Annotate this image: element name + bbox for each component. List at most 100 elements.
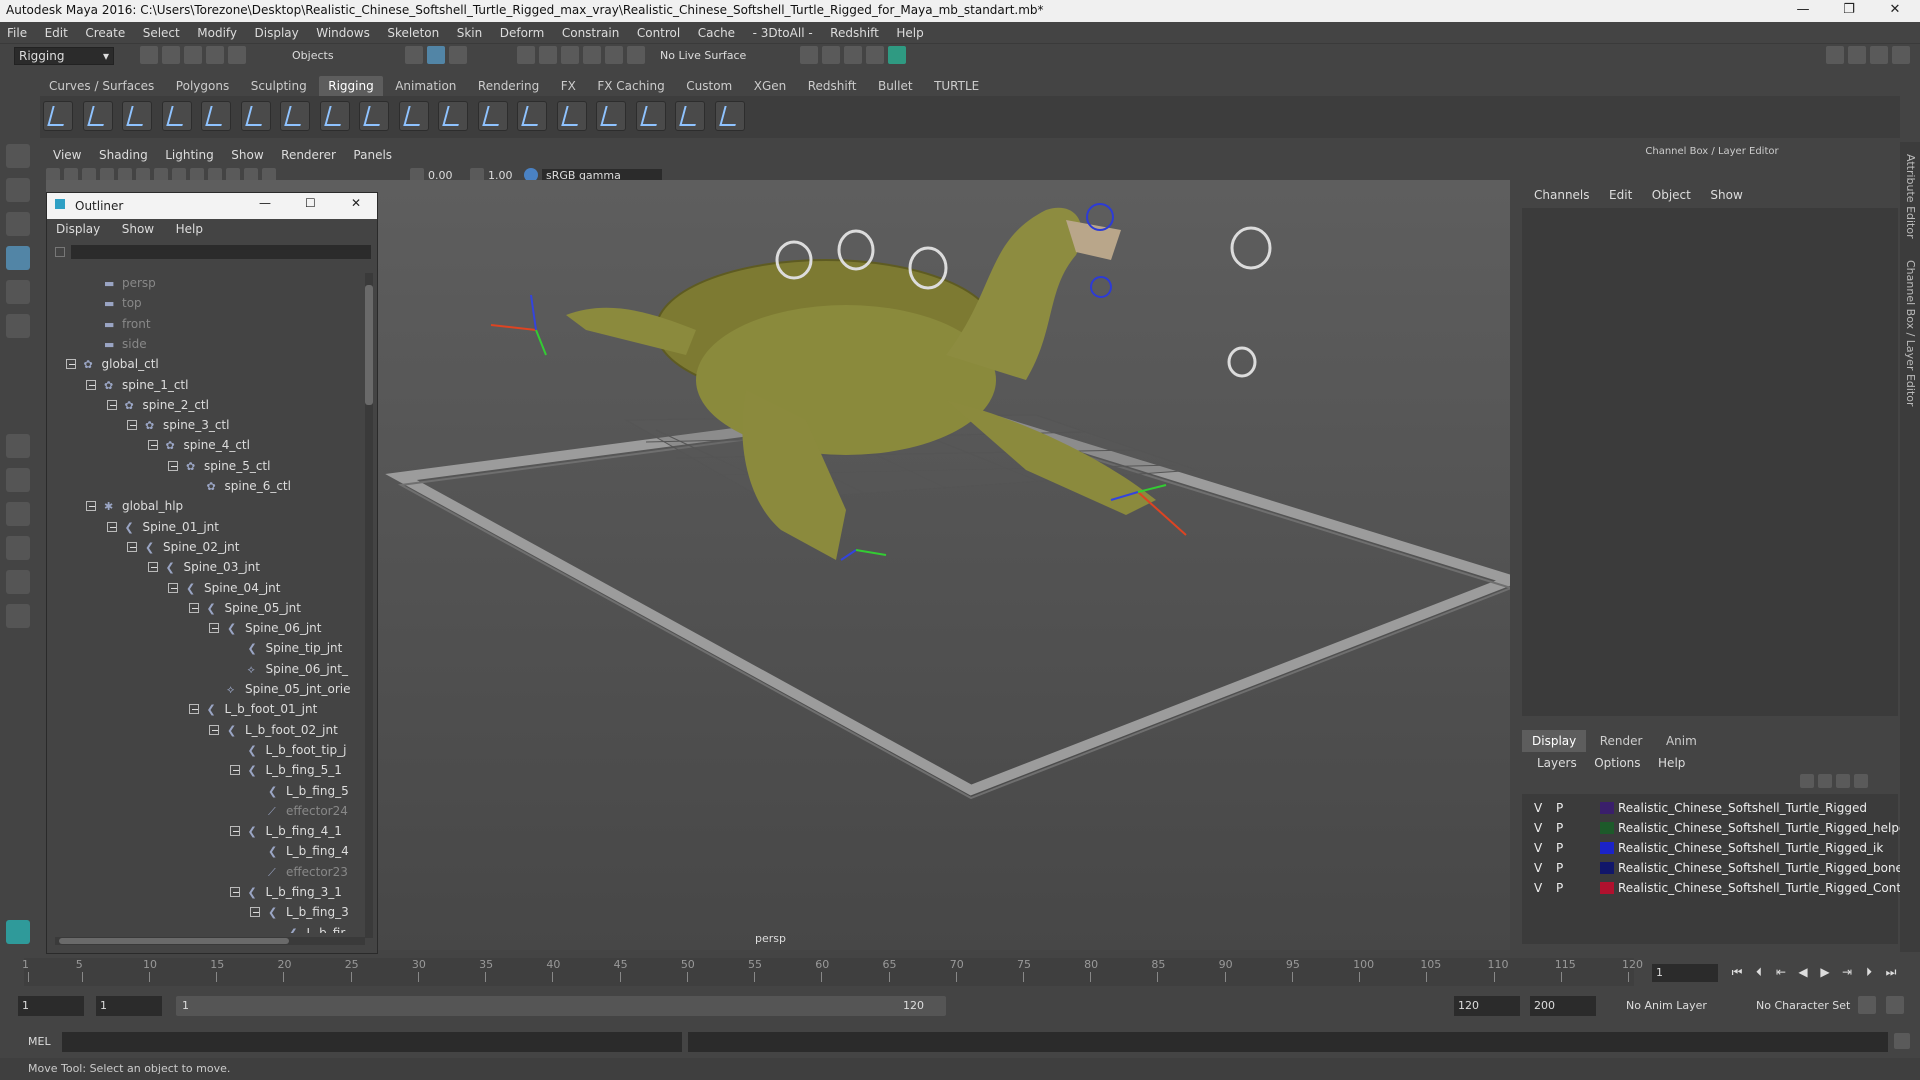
new-layer-selected-icon[interactable] <box>1854 774 1868 788</box>
paint-weights-icon[interactable] <box>359 101 389 131</box>
outliner-node[interactable]: ✿ spine_3_ctl <box>127 415 229 435</box>
collapse-toggle[interactable] <box>65 359 76 370</box>
outliner-node[interactable]: ❮ L_b_fing_3 <box>250 902 349 922</box>
outliner-maximize-button[interactable]: ☐ <box>305 196 316 210</box>
graph-layout-icon[interactable] <box>6 570 30 594</box>
render-settings-icon[interactable] <box>800 46 818 64</box>
hypershade-layout-icon[interactable] <box>6 604 30 628</box>
snap-magnet-icon[interactable] <box>627 46 645 64</box>
collapse-toggle[interactable] <box>127 420 137 431</box>
menu-file[interactable]: File <box>0 22 34 44</box>
auto-key-icon[interactable] <box>1858 996 1876 1014</box>
snap-grid-icon[interactable] <box>517 46 535 64</box>
orient-constraint-icon[interactable] <box>556 101 587 131</box>
collapse-toggle[interactable] <box>147 562 158 573</box>
layer-color-swatch[interactable] <box>1600 802 1614 814</box>
ipr-render-icon[interactable] <box>844 46 862 64</box>
play-backwards-button[interactable]: ◀ <box>1794 962 1812 982</box>
outliner-node[interactable]: ❮ Spine_02_jnt <box>127 537 239 557</box>
outliner-horizontal-scroll-thumb[interactable] <box>59 938 289 944</box>
tab-rendering[interactable]: Rendering <box>469 76 548 96</box>
outliner-node[interactable]: ✿ spine_6_ctl <box>207 476 291 496</box>
display-layer-row[interactable]: V P Realistic_Chinese_Softshell_Turtle_Rig… <box>1522 878 1916 898</box>
le-menu-help[interactable]: Help <box>1651 754 1692 772</box>
lasso-tool-icon[interactable] <box>6 178 30 202</box>
outliner-menu-help[interactable]: Help <box>167 219 212 239</box>
close-button[interactable]: ✕ <box>1872 0 1918 22</box>
outliner-vertical-scroll-thumb[interactable] <box>365 285 373 405</box>
vp-menu-view[interactable]: View <box>46 146 88 164</box>
collapse-toggle[interactable] <box>106 521 117 532</box>
menu-redshift[interactable]: Redshift <box>823 22 886 44</box>
outliner-node[interactable]: ❮ L_b_foot_tip_j <box>248 740 347 760</box>
open-scene-icon[interactable] <box>162 46 180 64</box>
collapse-toggle[interactable] <box>168 460 178 471</box>
tab-fx[interactable]: FX <box>552 76 585 96</box>
outliner-node[interactable]: ❮L_b_fir <box>289 923 346 933</box>
parent-constraint-icon[interactable] <box>596 101 626 131</box>
outliner-node[interactable]: ❮ Spine_03_jnt <box>147 557 260 577</box>
save-scene-icon[interactable] <box>184 46 202 64</box>
vp-menu-panels[interactable]: Panels <box>346 146 399 164</box>
minimize-button[interactable]: — <box>1780 0 1826 22</box>
le-menu-layers[interactable]: Layers <box>1530 754 1584 772</box>
outliner-menu-display[interactable]: Display <box>47 219 109 239</box>
outliner-node[interactable]: ✱ global_hlp <box>86 496 183 516</box>
layout-tools-icon[interactable] <box>1892 46 1910 64</box>
locator-icon[interactable] <box>714 101 745 131</box>
playback-toggle[interactable]: P <box>1556 798 1563 818</box>
visibility-toggle[interactable]: V <box>1534 858 1542 878</box>
tab-turtle[interactable]: TURTLE <box>925 76 988 96</box>
playback-start-field[interactable]: 1 <box>96 996 162 1016</box>
outliner-node[interactable]: ✿ global_ctl <box>65 354 159 374</box>
playback-toggle[interactable]: P <box>1556 838 1563 858</box>
outliner-node[interactable]: ❮ Spine_01_jnt <box>106 517 219 537</box>
four-view-icon[interactable] <box>6 468 30 492</box>
bind-skin-icon[interactable] <box>280 101 310 131</box>
visibility-toggle[interactable]: V <box>1534 838 1542 858</box>
tab-redshift[interactable]: Redshift <box>799 76 866 96</box>
collapse-toggle[interactable] <box>127 541 137 552</box>
step-back-frame-button[interactable]: ⏴ <box>1750 962 1768 982</box>
single-view-icon[interactable] <box>6 434 30 458</box>
menu-deform[interactable]: Deform <box>493 22 552 44</box>
playback-toggle[interactable]: P <box>1556 878 1563 898</box>
anim-layer-dropdown[interactable]: No Anim Layer <box>1626 999 1707 1012</box>
tab-sculpting[interactable]: Sculpting <box>242 76 316 96</box>
le-menu-options[interactable]: Options <box>1587 754 1647 772</box>
current-frame-field[interactable]: 1 <box>1652 964 1718 982</box>
visibility-toggle[interactable]: V <box>1534 878 1542 898</box>
vp-menu-renderer[interactable]: Renderer <box>274 146 343 164</box>
tab-fx-caching[interactable]: FX Caching <box>588 76 673 96</box>
outliner-node[interactable]: ❮ L_b_fing_5_1 <box>229 760 342 780</box>
collapse-toggle[interactable] <box>147 440 158 451</box>
tab-display-layers[interactable]: Display <box>1522 730 1587 752</box>
outliner-minimize-button[interactable]: — <box>259 196 271 210</box>
character-set-dropdown[interactable]: No Character Set <box>1756 999 1850 1012</box>
orient-joint-icon[interactable] <box>161 101 192 131</box>
tab-custom[interactable]: Custom <box>677 76 741 96</box>
layer-color-swatch[interactable] <box>1600 882 1614 894</box>
paint-select-icon[interactable] <box>6 212 30 236</box>
rotate-tool-icon[interactable] <box>6 280 30 304</box>
step-forward-key-button[interactable]: ⇥ <box>1838 962 1856 982</box>
tab-channel-box[interactable]: Channel Box / Layer Editor <box>1904 260 1917 407</box>
filter-icon[interactable] <box>55 247 65 257</box>
outliner-node[interactable]: ✿ spine_2_ctl <box>106 395 209 415</box>
collapse-toggle[interactable] <box>209 724 219 735</box>
tab-xgen[interactable]: XGen <box>745 76 796 96</box>
outliner-layout-icon[interactable] <box>6 536 30 560</box>
outliner-node[interactable]: ▬ persp <box>104 273 156 293</box>
outliner-node[interactable]: ❮ Spine_04_jnt <box>168 578 280 598</box>
outliner-node[interactable]: ❮ Spine_06_jnt <box>209 618 321 638</box>
snap-view-icon[interactable] <box>583 46 601 64</box>
menu-skin[interactable]: Skin <box>450 22 490 44</box>
outliner-node[interactable]: ❮ L_b_foot_02_jnt <box>209 720 338 740</box>
vp-menu-shading[interactable]: Shading <box>92 146 155 164</box>
end-time-field[interactable]: 200 <box>1530 996 1596 1016</box>
visibility-toggle[interactable]: V <box>1534 818 1542 838</box>
outliner-search-input[interactable] <box>71 245 371 259</box>
outliner-node[interactable]: ❮ L_b_foot_01_jnt <box>188 699 317 719</box>
lattice-icon[interactable] <box>438 101 468 131</box>
visibility-toggle[interactable]: V <box>1534 798 1542 818</box>
